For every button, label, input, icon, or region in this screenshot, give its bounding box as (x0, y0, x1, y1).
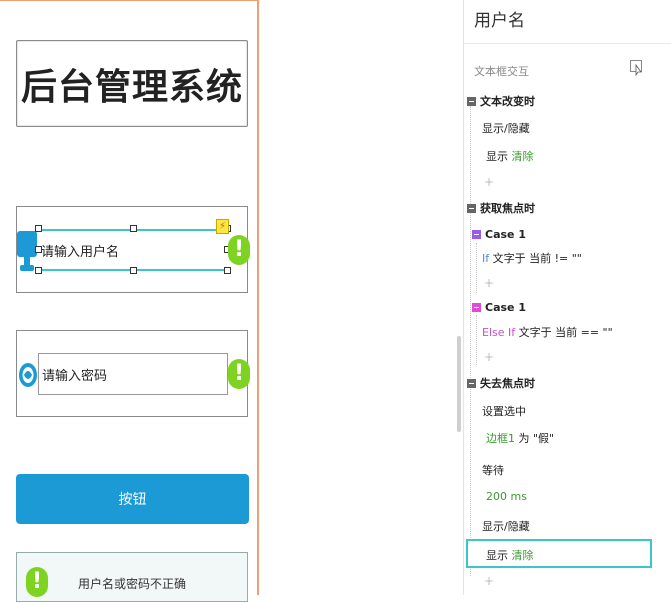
username-input[interactable]: 请输入用户名 (38, 229, 228, 271)
case-collapse-icon[interactable] (472, 230, 481, 239)
panel-title: 用户名 (474, 11, 525, 31)
section-label: 文本框交互 (474, 65, 529, 78)
interaction-bolt-icon[interactable]: ⚡ (216, 219, 229, 234)
password-placeholder: 请输入密码 (42, 368, 108, 384)
add-action-icon[interactable]: + (484, 175, 494, 189)
username-field-group[interactable]: 请输入用户名 ⚡ ! (16, 206, 250, 293)
add-action-icon[interactable]: + (484, 350, 494, 364)
tree-guide (470, 106, 471, 576)
case-collapse-icon[interactable] (472, 303, 481, 312)
case-2-condition[interactable]: Else If 文字于 当前 == "" (482, 324, 613, 340)
resize-handle-bottom-center[interactable] (130, 267, 137, 274)
resize-handle-top-center[interactable] (130, 225, 137, 232)
resize-handle-bottom-left[interactable] (35, 267, 42, 274)
case-1-condition[interactable]: If 文字于 当前 != "" (482, 250, 582, 266)
interaction-panel: 用户名 文本框交互 文本改变时 显示/隐藏 显示 清除 + 获取焦点时 Case… (463, 0, 671, 595)
action-show-hide[interactable]: 显示/隐藏 (482, 120, 530, 136)
collapse-icon[interactable] (467, 204, 476, 213)
action-detail[interactable]: 边框1 为 "假" (486, 430, 554, 446)
event-blur[interactable]: 失去焦点时 (467, 375, 535, 391)
password-field-group[interactable]: 请输入密码 ! (16, 330, 250, 417)
password-input[interactable]: 请输入密码 (38, 353, 228, 395)
add-action-icon[interactable]: + (484, 574, 494, 588)
panel-divider (464, 43, 671, 44)
title-box[interactable]: 后台管理系统 (16, 40, 248, 127)
action-wait[interactable]: 等待 (482, 462, 504, 478)
submit-button[interactable]: 按钮 (16, 474, 249, 524)
case-2[interactable]: Case 1 (472, 301, 526, 314)
canvas-scrollbar[interactable] (457, 336, 461, 432)
tree-guide-case2 (476, 315, 477, 365)
collapse-icon[interactable] (467, 97, 476, 106)
username-placeholder: 请输入用户名 (41, 244, 120, 260)
cursor-icon[interactable] (630, 60, 642, 76)
username-valid-icon: ! (228, 235, 250, 265)
password-valid-icon: ! (228, 359, 250, 389)
resize-handle-middle-left[interactable] (35, 246, 42, 253)
event-text-change[interactable]: 文本改变时 (467, 93, 535, 109)
submit-button-label: 按钮 (118, 492, 147, 508)
error-message: 用户名或密码不正确 (77, 577, 186, 591)
eye-icon (19, 363, 37, 387)
case-1[interactable]: Case 1 (472, 228, 526, 241)
action-set-selected[interactable]: 设置选中 (482, 403, 526, 419)
resize-handle-bottom-right[interactable] (224, 267, 231, 274)
action-wait-value[interactable]: 200 ms (486, 490, 527, 503)
action-show-hide[interactable]: 显示/隐藏 (482, 518, 530, 534)
page-title: 后台管理系统 (20, 66, 243, 108)
resize-handle-top-left[interactable] (35, 225, 42, 232)
action-detail: 显示 清除 (486, 549, 534, 562)
event-focus[interactable]: 获取焦点时 (467, 200, 535, 216)
tree-guide-case1 (476, 243, 477, 293)
add-action-icon[interactable]: + (484, 276, 494, 290)
action-detail[interactable]: 显示 清除 (486, 148, 534, 164)
selected-action-row[interactable]: 显示 清除 (466, 539, 652, 568)
collapse-icon[interactable] (467, 379, 476, 388)
design-canvas: 后台管理系统 请输入用户名 ⚡ ! 请输入密码 ! 按钮 ! 用户名或密码不正确 (0, 0, 259, 602)
